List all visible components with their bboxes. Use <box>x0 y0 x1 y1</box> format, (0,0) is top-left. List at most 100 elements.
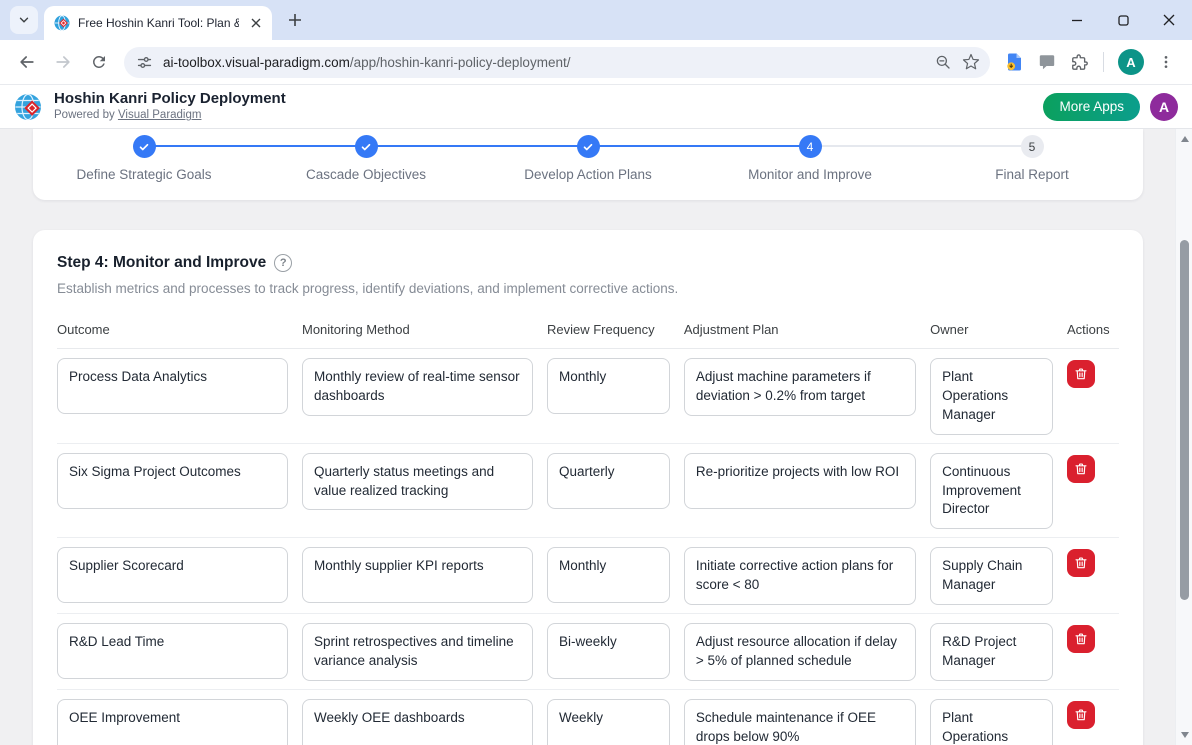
owner-input[interactable]: Supply Chain Manager <box>930 547 1053 605</box>
monitoring-method-input[interactable]: Weekly OEE dashboards <box>302 699 533 745</box>
table-row: Process Data Analytics Monthly review of… <box>57 349 1119 444</box>
adjustment-plan-input[interactable]: Adjust machine parameters if deviation >… <box>684 358 916 416</box>
stepper: Define Strategic Goals Cascade Objective… <box>33 133 1143 182</box>
outcome-input[interactable]: Six Sigma Project Outcomes <box>57 453 288 509</box>
table-header-row: Outcome Monitoring Method Review Frequen… <box>57 322 1119 349</box>
sidepanel-extension-button[interactable] <box>1038 53 1056 71</box>
tune-icon <box>136 54 153 71</box>
delete-row-button[interactable] <box>1067 455 1095 483</box>
step-label: Define Strategic Goals <box>33 167 255 182</box>
review-frequency-input[interactable]: Weekly <box>547 699 670 745</box>
site-settings-button[interactable] <box>136 54 153 71</box>
window-controls <box>1054 0 1192 40</box>
owner-input[interactable]: R&D Project Manager <box>930 623 1053 681</box>
adjustment-plan-input[interactable]: Re-prioritize projects with low ROI <box>684 453 916 509</box>
app-title-block: Hoshin Kanri Policy Deployment Powered b… <box>54 91 1033 122</box>
outcome-input[interactable]: OEE Improvement <box>57 699 288 745</box>
window-maximize-button[interactable] <box>1100 0 1146 40</box>
address-bar[interactable]: ai-toolbox.visual-paradigm.com/app/hoshi… <box>124 47 990 78</box>
tab-favicon <box>54 15 70 31</box>
delete-row-button[interactable] <box>1067 360 1095 388</box>
adjustment-plan-input[interactable]: Initiate corrective action plans for sco… <box>684 547 916 605</box>
delete-row-button[interactable] <box>1067 625 1095 653</box>
outcome-input[interactable]: Process Data Analytics <box>57 358 288 414</box>
visual-paradigm-link[interactable]: Visual Paradigm <box>118 109 202 121</box>
review-frequency-input[interactable]: Monthly <box>547 358 670 414</box>
trash-icon <box>1074 632 1088 646</box>
window-close-button[interactable] <box>1146 0 1192 40</box>
browser-tab-strip: Free Hoshin Kanri Tool: Plan & Ex <box>0 0 1192 40</box>
tab-close-button[interactable] <box>247 15 264 32</box>
trash-icon <box>1074 367 1088 381</box>
scroll-up-icon <box>1181 136 1189 142</box>
scrollbar-thumb[interactable] <box>1180 240 1189 600</box>
browser-profile-avatar[interactable]: A <box>1118 49 1144 75</box>
column-header-review-frequency: Review Frequency <box>547 322 670 337</box>
monitoring-method-input[interactable]: Quarterly status meetings and value real… <box>302 453 533 511</box>
owner-input[interactable]: Plant Operations Manager <box>930 699 1053 745</box>
monitoring-method-input[interactable]: Sprint retrospectives and timeline varia… <box>302 623 533 681</box>
owner-input[interactable]: Continuous Improvement Director <box>930 453 1053 530</box>
monitoring-method-input[interactable]: Monthly review of real-time sensor dashb… <box>302 358 533 416</box>
url-domain: ai-toolbox.visual-paradigm.com <box>163 55 350 70</box>
reload-button[interactable] <box>82 45 116 79</box>
delete-row-button[interactable] <box>1067 701 1095 729</box>
stepper-step-define-strategic-goals[interactable]: Define Strategic Goals <box>33 133 255 182</box>
url-text: ai-toolbox.visual-paradigm.com/app/hoshi… <box>163 55 924 70</box>
step-label: Develop Action Plans <box>477 167 699 182</box>
review-frequency-input[interactable]: Quarterly <box>547 453 670 509</box>
toolbar-separator <box>1103 52 1104 72</box>
star-icon <box>962 53 980 71</box>
scrollbar-up-button[interactable] <box>1176 131 1192 147</box>
stepper-card: Define Strategic Goals Cascade Objective… <box>33 129 1143 200</box>
outcome-input[interactable]: Supplier Scorecard <box>57 547 288 603</box>
step-number-dot: 5 <box>1021 135 1044 158</box>
stepper-step-cascade-objectives[interactable]: Cascade Objectives <box>255 133 477 182</box>
new-tab-button[interactable] <box>282 7 308 33</box>
browser-toolbar: ai-toolbox.visual-paradigm.com/app/hoshi… <box>0 40 1192 85</box>
step-completed-dot <box>133 135 156 158</box>
review-frequency-input[interactable]: Bi-weekly <box>547 623 670 679</box>
adjustment-plan-input[interactable]: Schedule maintenance if OEE drops below … <box>684 699 916 745</box>
stepper-step-monitor-and-improve[interactable]: 4 Monitor and Improve <box>699 133 921 182</box>
zoom-button[interactable] <box>934 53 952 71</box>
table-row: OEE Improvement Weekly OEE dashboards We… <box>57 690 1119 745</box>
review-frequency-input[interactable]: Monthly <box>547 547 670 603</box>
browser-tab[interactable]: Free Hoshin Kanri Tool: Plan & Ex <box>44 6 272 40</box>
check-icon <box>582 141 594 153</box>
owner-input[interactable]: Plant Operations Manager <box>930 358 1053 435</box>
stepper-step-final-report[interactable]: 5 Final Report <box>921 133 1143 182</box>
step-description: Establish metrics and processes to track… <box>57 281 1119 296</box>
extensions-button[interactable] <box>1070 53 1089 72</box>
back-button[interactable] <box>10 45 44 79</box>
reload-icon <box>90 53 108 71</box>
column-header-adjustment-plan: Adjustment Plan <box>684 322 916 337</box>
page-scrollbar[interactable] <box>1175 129 1192 745</box>
zoom-out-icon <box>934 53 952 71</box>
window-minimize-button[interactable] <box>1054 0 1100 40</box>
outcome-input[interactable]: R&D Lead Time <box>57 623 288 679</box>
forward-button[interactable] <box>46 45 80 79</box>
browser-menu-button[interactable] <box>1158 54 1174 70</box>
column-header-monitoring-method: Monitoring Method <box>302 322 533 337</box>
app-user-avatar[interactable]: A <box>1150 93 1178 121</box>
stepper-step-develop-action-plans[interactable]: Develop Action Plans <box>477 133 699 182</box>
bookmark-button[interactable] <box>962 53 980 71</box>
step-title: Step 4: Monitor and Improve <box>57 254 266 272</box>
monitoring-method-input[interactable]: Monthly supplier KPI reports <box>302 547 533 603</box>
scrollbar-down-button[interactable] <box>1176 727 1192 743</box>
more-apps-button[interactable]: More Apps <box>1043 93 1140 121</box>
chevron-down-icon <box>17 13 31 27</box>
tab-search-button[interactable] <box>10 6 38 34</box>
document-download-icon <box>1004 52 1024 72</box>
delete-row-button[interactable] <box>1067 549 1095 577</box>
adjustment-plan-input[interactable]: Adjust resource allocation if delay > 5%… <box>684 623 916 681</box>
help-icon[interactable]: ? <box>274 254 292 272</box>
app-title: Hoshin Kanri Policy Deployment <box>54 91 1033 108</box>
maximize-icon <box>1118 15 1129 26</box>
download-extension-button[interactable] <box>1004 52 1024 72</box>
close-icon <box>1163 14 1175 26</box>
puzzle-icon <box>1070 53 1089 72</box>
kebab-menu-icon <box>1158 54 1174 70</box>
trash-icon <box>1074 708 1088 722</box>
